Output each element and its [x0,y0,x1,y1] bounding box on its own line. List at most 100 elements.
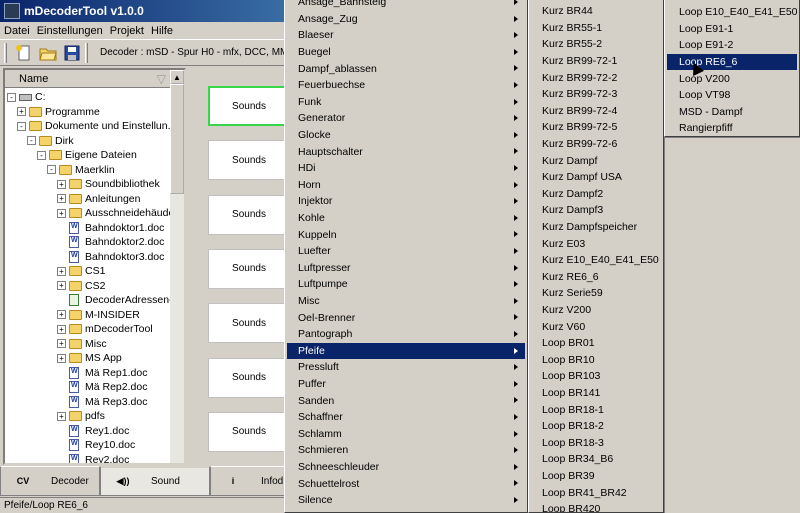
expand-icon[interactable]: + [57,194,66,204]
collapse-icon[interactable]: - [17,121,26,131]
sound-slot-button[interactable]: Sounds [208,303,290,344]
menu-item[interactable]: Loop BR01 [531,335,661,352]
tree-row[interactable]: + Ausschneidehäuder [5,206,178,221]
tab-sound[interactable]: ◀)) Sound [100,466,210,496]
menu-item[interactable]: Kurz BR55-2 [531,36,661,53]
menu-item[interactable]: HDi [287,160,525,177]
tree-row[interactable]: DecoderAdressen-DI... [5,293,184,308]
tree-row[interactable]: Mä Rep3.doc [5,395,171,410]
menu-item[interactable]: Schaffner [287,409,525,426]
menu-item[interactable]: Kurz V60 [531,318,661,335]
expand-icon[interactable]: + [17,107,26,117]
menu-item[interactable]: Loop BR41_BR42 [531,484,661,501]
collapse-icon[interactable]: - [27,136,36,146]
menu-item[interactable]: Loop BR18-3 [531,435,661,452]
menu-item[interactable]: Loop E91-2 [667,37,797,54]
sound-slot-button[interactable]: Sounds [208,86,290,126]
scroll-thumb[interactable] [170,84,184,194]
expand-icon[interactable]: + [57,281,66,291]
new-file-button[interactable] [13,42,35,64]
menu-item[interactable]: Loop E10_E40_E41_E50 [667,4,798,21]
menu-item[interactable]: Schmieren [287,442,525,459]
tree-row[interactable]: + Programme [5,105,171,120]
menu-item[interactable]: Kurz BR44 [531,3,661,20]
menu-item[interactable]: Loop BR10 [531,352,661,369]
tree-row[interactable]: Mä Rep1.doc [5,366,171,381]
sound-slot-button[interactable]: Sounds [208,194,290,235]
file-tree[interactable]: Name ▽ - C: + Programme - Dokumente und Einst… [3,68,186,465]
menu-item[interactable]: Silence [287,492,525,509]
menu-item[interactable]: Loop RE6_6 [667,53,797,71]
tree-row[interactable]: Rey2.doc [5,453,171,463]
tree-row[interactable]: + Soundbibliothek [5,177,171,192]
menu-item[interactable]: Schneeschleuder [287,459,525,476]
menu-item[interactable]: Loop BR103 [531,368,661,385]
menu-item[interactable]: Hauptschalter [287,143,525,160]
tree-row[interactable]: + MS App [5,351,171,366]
menu-item[interactable]: Loop BR18-1 [531,401,661,418]
menu-item[interactable]: Ansage_Bahnsteig [287,0,525,11]
menu-hilfe[interactable]: Hilfe [151,25,173,37]
tree-scrollbar[interactable]: ▲ [170,70,184,463]
expand-icon[interactable]: + [57,179,66,189]
menu-item[interactable]: Kurz Serie59 [531,285,661,302]
menu-item[interactable]: Loop BR18-2 [531,418,661,435]
title-bar[interactable]: mDecoderTool v1.0.0 [0,0,290,22]
menu-item[interactable]: Kuppeln [287,226,525,243]
menu-item[interactable]: Schuettelrost [287,475,525,492]
menu-item[interactable]: Ansage_Zug [287,11,525,28]
menu-item[interactable]: Loop V200 [667,70,797,87]
menu-item[interactable]: Loop BR39 [531,468,661,485]
sound-slot-button[interactable]: Sounds [208,248,290,289]
tree-row[interactable]: + CS2 [5,279,171,294]
menu-item[interactable]: Sanden [287,392,525,409]
menu-item[interactable]: Feuerbuechse [287,77,525,94]
menu-item[interactable]: Pantograph [287,326,525,343]
filter-icon[interactable]: ▽ [157,72,166,86]
menu-item[interactable]: Kurz BR99-72-5 [531,119,661,136]
tree-row[interactable]: + pdfs [5,409,171,424]
menu-item[interactable]: Loop BR141 [531,385,661,402]
menu-datei[interactable]: Datei [4,25,30,37]
tab-decoder[interactable]: CV Decoder [0,466,100,496]
tree-row[interactable]: - Maerklin [5,163,171,178]
tree-row[interactable]: Rey10.doc [5,438,171,453]
tree-row[interactable]: Bahndoktor1.doc [5,221,171,236]
tree-row[interactable]: - Eigene Dateien [5,148,171,163]
menu-item[interactable]: Rangierpfiff [667,120,797,136]
collapse-icon[interactable]: - [47,165,56,175]
menu-item[interactable]: Luftpresser [287,260,525,277]
menu-item[interactable]: Kurz BR55-1 [531,20,661,37]
menu-item[interactable]: Glocke [287,127,525,144]
tree-row[interactable]: Bahndoktor3.doc [5,250,171,265]
menu-item[interactable]: Kurz Dampf [531,152,661,169]
tab-info[interactable]: i Infod [210,466,290,496]
menu-item[interactable]: Kurz Dampf USA [531,169,661,186]
collapse-icon[interactable]: - [7,92,16,102]
expand-icon[interactable]: + [57,310,66,320]
expand-icon[interactable]: + [57,324,66,334]
menu-item[interactable]: Kurz BR99-72-3 [531,86,661,103]
menu-item[interactable]: Dampf_ablassen [287,60,525,77]
menu-item[interactable]: Buegel [287,44,525,61]
tree-row[interactable]: + CS1 [5,264,171,279]
menu-item[interactable]: Puffer [287,376,525,393]
menu-item[interactable]: Loop E91-1 [667,21,797,38]
tree-row[interactable]: + Misc [5,337,171,352]
menu-item[interactable]: Misc [287,293,525,310]
menu-item[interactable]: Kurz BR99-72-4 [531,103,661,120]
expand-icon[interactable]: + [57,266,66,276]
tree-row[interactable]: - Dokumente und Einstellun... [5,119,176,134]
menu-einstellungen[interactable]: Einstellungen [37,25,103,37]
menu-item[interactable]: Loop BR420 [531,501,661,512]
scroll-up-icon[interactable]: ▲ [170,70,184,84]
menu-item[interactable]: Kurz BR99-72-2 [531,69,661,86]
expand-icon[interactable]: + [57,411,66,421]
tree-row[interactable]: Mä Rep2.doc [5,380,171,395]
menu-item[interactable]: Funk [287,94,525,111]
expand-icon[interactable]: + [57,208,66,218]
tree-row[interactable]: + mDecoderTool [5,322,171,337]
menu-item[interactable]: Luefter [287,243,525,260]
menu-item[interactable]: Loop VT98 [667,87,797,104]
menu-projekt[interactable]: Projekt [110,25,144,37]
